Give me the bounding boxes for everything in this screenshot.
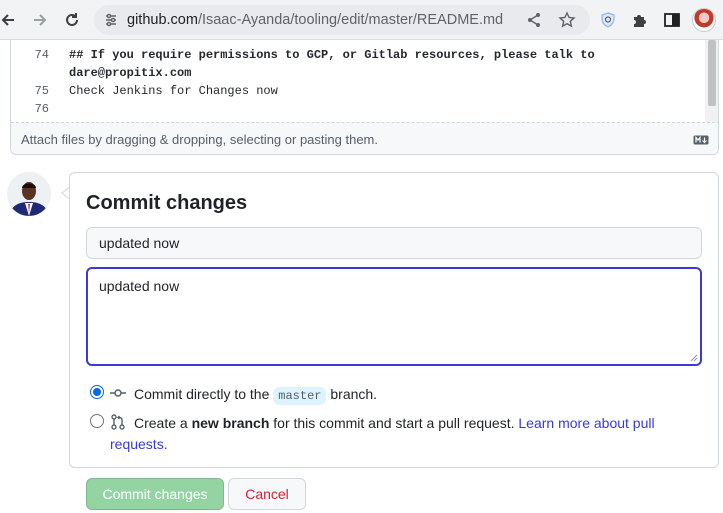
person-avatar-icon	[7, 172, 51, 216]
url-host: github.com	[127, 12, 198, 28]
side-panel-icon	[664, 13, 680, 27]
commit-direct-label: Commit directly to the master branch.	[134, 384, 377, 406]
git-commit-icon	[110, 389, 126, 397]
code-line: dare@propitix.com	[11, 64, 705, 82]
markdown-icon[interactable]	[693, 135, 709, 145]
cancel-button[interactable]: Cancel	[228, 478, 306, 510]
reload-icon	[66, 13, 78, 26]
profile-avatar[interactable]	[692, 8, 716, 32]
url-path: /Isaac-Ayanda/tooling/edit/master/README…	[197, 12, 504, 28]
extensions-button[interactable]	[628, 8, 652, 32]
attach-files-bar[interactable]: Attach files by dragging & dropping, sel…	[11, 122, 718, 154]
line-text: dare@propitix.com	[69, 66, 192, 80]
new-branch-prefix: Create a	[134, 415, 188, 431]
arrow-left-icon	[1, 14, 14, 26]
address-bar[interactable]: github.com/Isaac-Ayanda/tooling/edit/mas…	[94, 5, 590, 35]
line-text: ## If you require permissions to GCP, or…	[69, 48, 595, 62]
commit-heading: Commit changes	[86, 192, 248, 214]
code-editor: 74 ## If you require permissions to GCP,…	[10, 40, 719, 155]
puzzle-icon	[634, 15, 646, 27]
code-line: 75 Check Jenkins for Changes now	[11, 82, 705, 100]
attach-hint: Attach files by dragging & dropping, sel…	[21, 132, 378, 147]
commit-changes-button[interactable]: Commit changes	[86, 478, 224, 510]
side-panel-button[interactable]	[660, 8, 684, 32]
site-settings-icon[interactable]	[103, 12, 119, 28]
branch-name-chip: master	[273, 387, 327, 405]
shield-icon	[601, 12, 615, 28]
extension-shield-button[interactable]	[596, 8, 620, 32]
code-line: 76	[11, 100, 705, 118]
line-number: 75	[34, 84, 49, 98]
resize-grip-icon[interactable]	[690, 354, 698, 362]
learn-more-link[interactable]: Learn more about pull	[518, 415, 654, 431]
new-branch-bold: new branch	[191, 415, 270, 431]
arrow-right-icon	[34, 14, 47, 26]
commit-panel: Commit changes updated now updated now C…	[69, 172, 719, 468]
reload-button[interactable]	[60, 8, 84, 32]
commit-direct-suffix: branch.	[330, 386, 378, 402]
back-button[interactable]	[0, 8, 20, 32]
bookmark-star-icon[interactable]	[558, 11, 576, 29]
editor-code-area[interactable]: 74 ## If you require permissions to GCP,…	[11, 40, 705, 122]
commit-direct-prefix: Commit directly to the	[134, 386, 270, 402]
new-branch-label: Create a new branch for this commit and …	[134, 413, 655, 433]
commit-direct-radio[interactable]	[90, 385, 104, 399]
commit-description-textarea[interactable]: updated now	[86, 267, 702, 366]
learn-more-link-cont[interactable]: requests.	[110, 434, 168, 454]
share-icon[interactable]	[526, 12, 542, 28]
line-text: Check Jenkins for Changes now	[69, 84, 278, 98]
code-line: 74 ## If you require permissions to GCP,…	[11, 46, 705, 64]
editor-scrollbar[interactable]	[705, 40, 718, 122]
new-branch-radio[interactable]	[90, 414, 104, 428]
author-avatar	[7, 172, 51, 216]
forward-button[interactable]	[28, 8, 52, 32]
commit-summary-input[interactable]: updated now	[86, 227, 702, 259]
line-number: 74	[34, 48, 49, 62]
browser-toolbar: github.com/Isaac-Ayanda/tooling/edit/mas…	[0, 0, 723, 40]
url-text: github.com/Isaac-Ayanda/tooling/edit/mas…	[127, 12, 503, 28]
line-number: 76	[34, 102, 49, 116]
new-branch-middle: for this commit and start a pull request…	[273, 415, 515, 431]
scrollbar-thumb[interactable]	[708, 40, 716, 106]
git-pull-request-icon	[111, 414, 125, 430]
description-text: updated now	[99, 278, 180, 294]
